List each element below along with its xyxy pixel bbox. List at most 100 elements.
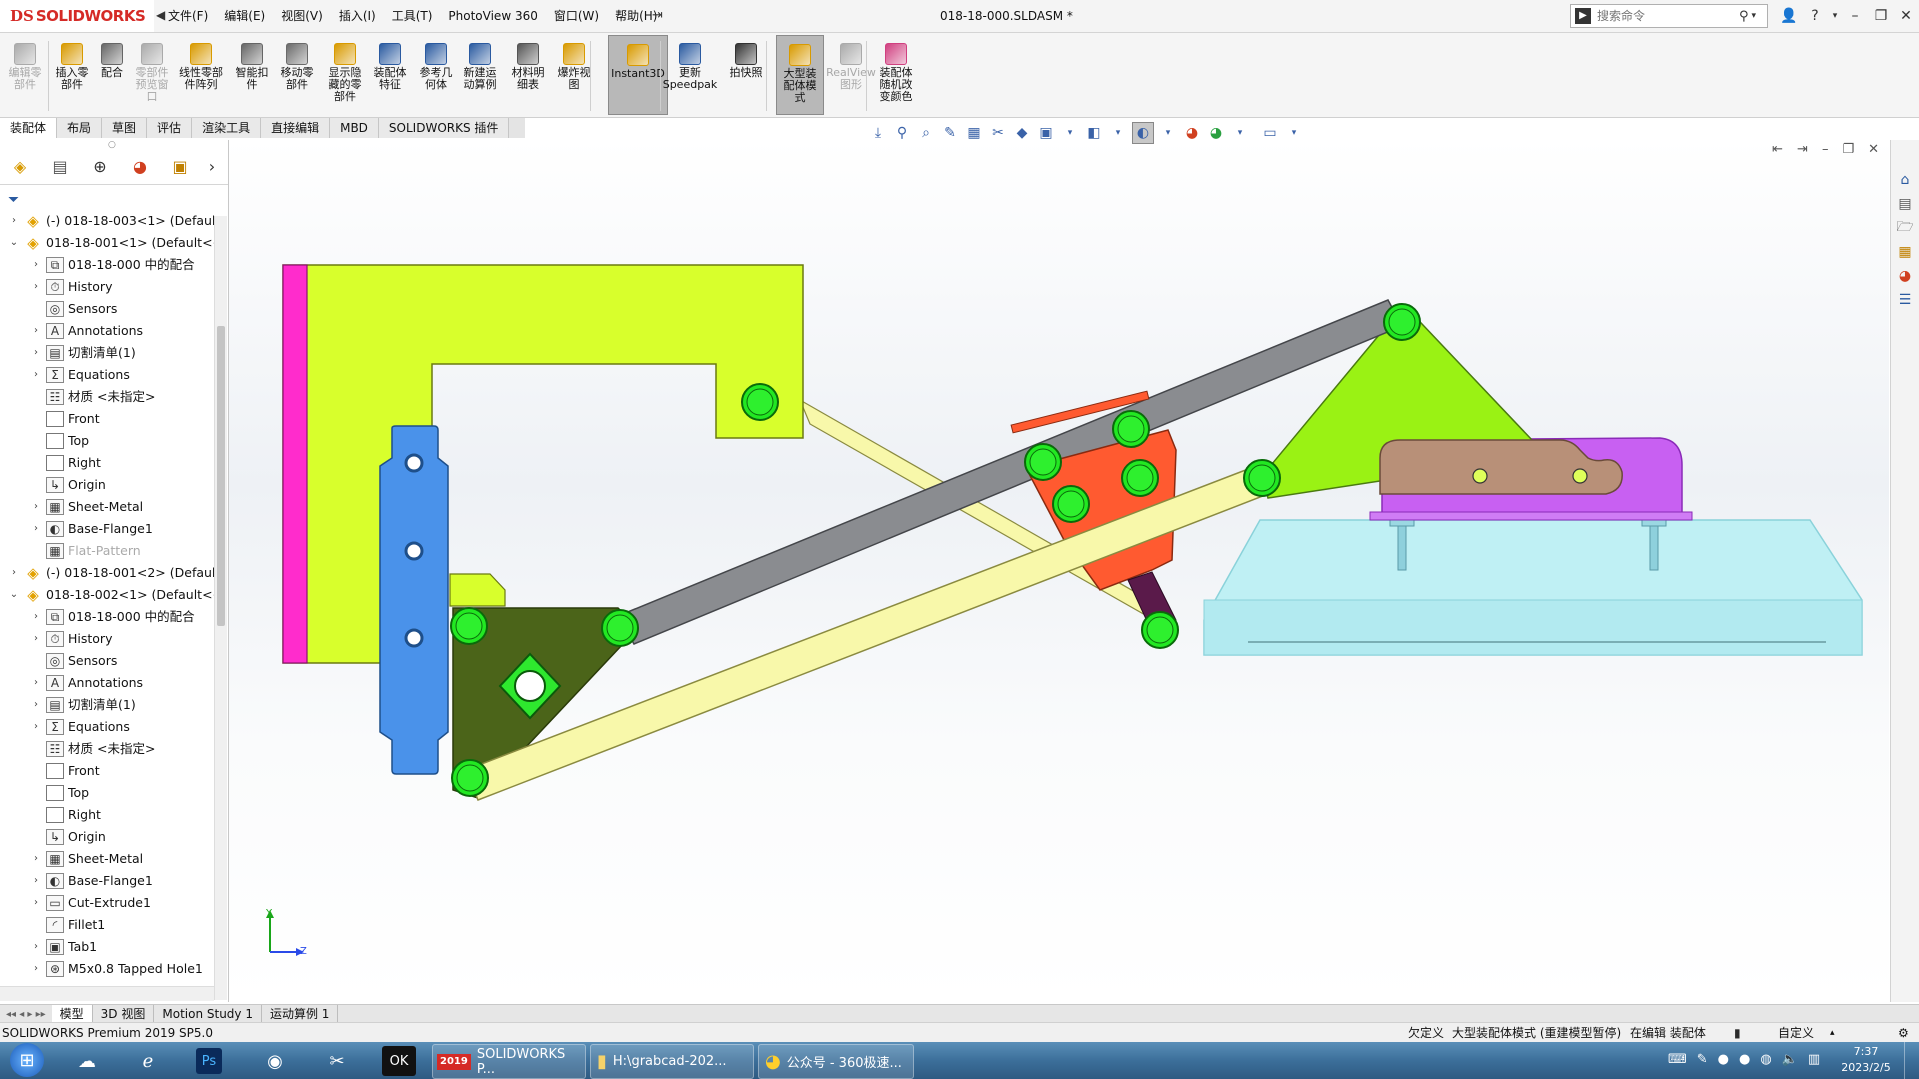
tree-item[interactable]: › A Annotations bbox=[30, 672, 143, 694]
tab-6[interactable]: MBD bbox=[330, 118, 379, 138]
command-new-motion-study-button[interactable]: 新建运 动算例 bbox=[458, 35, 502, 113]
command-bom-button[interactable]: 材料明 细表 bbox=[506, 35, 550, 113]
command-instant3d-button[interactable]: Instant3D bbox=[608, 35, 668, 115]
tab-scroll-right-icon[interactable]: › bbox=[200, 152, 224, 180]
expand-arrow-icon[interactable]: › bbox=[30, 870, 42, 892]
command-component-preview-button[interactable]: 零部件 预览窗 口 bbox=[132, 35, 172, 113]
expand-arrow-icon[interactable]: › bbox=[30, 254, 42, 276]
realview-toggle-icon[interactable]: ◕ bbox=[1182, 123, 1202, 143]
tree-item[interactable]: ◎ Sensors bbox=[30, 650, 117, 672]
tree-item[interactable]: › ▣ Tab1 bbox=[30, 936, 97, 958]
hud-dropdown-1-icon[interactable]: ▾ bbox=[1060, 123, 1080, 143]
feature-manager-icon[interactable]: ◈ bbox=[0, 152, 40, 180]
expand-arrow-icon[interactable]: › bbox=[30, 518, 42, 540]
expand-arrow-icon[interactable]: › bbox=[30, 364, 42, 386]
command-smart-fastener-button[interactable]: 智能扣 件 bbox=[232, 35, 272, 113]
tree-item[interactable]: ⌄ ◈ 018-18-001<1> (Default<<D bbox=[8, 232, 214, 254]
previous-view-icon[interactable]: ⤓ bbox=[868, 123, 888, 143]
command-assembly-feature-button[interactable]: 装配体 特征 bbox=[368, 35, 412, 113]
tree-item[interactable]: ↳ Origin bbox=[30, 826, 106, 848]
expand-arrow-icon[interactable]: › bbox=[30, 958, 42, 980]
tree-scrollbar[interactable] bbox=[214, 216, 227, 1000]
expand-arrow-icon[interactable]: › bbox=[30, 276, 42, 298]
expand-arrow-icon[interactable]: › bbox=[30, 848, 42, 870]
minimize-icon[interactable]: – bbox=[1842, 0, 1868, 32]
clock[interactable]: 7:37 2023/2/5 bbox=[1838, 1044, 1894, 1076]
menu-item[interactable]: 插入(I) bbox=[331, 0, 384, 32]
command-search-icon[interactable]: ▶ bbox=[1575, 8, 1591, 24]
command-insert-component-button[interactable]: 插入零 部件 bbox=[50, 35, 94, 113]
tree-item[interactable]: › ⏱ History bbox=[30, 276, 112, 298]
user-icon[interactable]: 👤 bbox=[1776, 0, 1802, 32]
command-random-color-button[interactable]: 装配体 随机改 变颜色 bbox=[872, 35, 920, 113]
ie-browser-icon[interactable]: ℯ bbox=[133, 1046, 163, 1076]
tree-item[interactable]: ◎ Sensors bbox=[30, 298, 117, 320]
solidworks-resources-icon[interactable]: ⌂ bbox=[1895, 170, 1915, 190]
expand-arrow-icon[interactable]: › bbox=[30, 694, 42, 716]
taskbar-app-solidworks[interactable]: 2019 SOLIDWORKS P... bbox=[432, 1044, 586, 1079]
tree-item[interactable]: ◜ Fillet1 bbox=[30, 914, 105, 936]
dynamic-annotation-icon[interactable]: ▦ bbox=[964, 123, 984, 143]
expand-arrow-icon[interactable]: › bbox=[30, 628, 42, 650]
hide-show-icon[interactable]: ▣ bbox=[1036, 123, 1056, 143]
start-button-icon[interactable]: ⊞ bbox=[10, 1043, 44, 1077]
tree-item[interactable]: ☷ 材质 <未指定> bbox=[30, 386, 155, 408]
status-units[interactable]: 自定义 bbox=[1778, 1023, 1814, 1043]
hud-dropdown-3-icon[interactable]: ▾ bbox=[1158, 123, 1178, 143]
file-explorer-icon[interactable]: 🗁 bbox=[1895, 218, 1915, 238]
tab-nav-icon[interactable]: ◂◂ ◂ ▸ ▸▸ bbox=[0, 1009, 52, 1020]
tab-2[interactable]: 草图 bbox=[102, 118, 148, 138]
tree-item[interactable]: Top bbox=[30, 782, 89, 804]
hud-dropdown-2-icon[interactable]: ▾ bbox=[1108, 123, 1128, 143]
display-style-icon[interactable]: ◆ bbox=[1012, 123, 1032, 143]
tab-4[interactable]: 渲染工具 bbox=[192, 118, 262, 138]
bottom-tab-0[interactable]: 模型 bbox=[51, 1005, 93, 1023]
menu-item[interactable]: 文件(F) bbox=[160, 0, 216, 32]
tree-item[interactable]: › ▤ 切割清单(1) bbox=[30, 342, 136, 364]
expand-arrow-icon[interactable]: › bbox=[30, 320, 42, 342]
tray-app1-icon[interactable]: ● bbox=[1718, 1052, 1729, 1067]
menu-item[interactable]: 视图(V) bbox=[273, 0, 331, 32]
apply-scene-icon[interactable]: ◐ bbox=[1132, 122, 1154, 144]
expand-arrow-icon[interactable]: › bbox=[30, 892, 42, 914]
command-reference-geometry-button[interactable]: 参考几 何体 bbox=[414, 35, 458, 113]
tree-item[interactable]: ⌄ ◈ 018-18-002<1> (Default<<D bbox=[8, 584, 214, 606]
tray-app3-icon[interactable]: ◍ bbox=[1760, 1052, 1771, 1067]
dropdown-icon[interactable]: ▾ bbox=[1752, 11, 1757, 21]
tab-7[interactable]: SOLIDWORKS 插件 bbox=[378, 118, 510, 138]
scrollbar-thumb[interactable] bbox=[217, 326, 225, 626]
tab-1[interactable]: 布局 bbox=[57, 118, 103, 138]
menu-item[interactable]: 工具(T) bbox=[384, 0, 441, 32]
assembly-model[interactable] bbox=[229, 140, 1889, 1002]
tree-item[interactable]: Right bbox=[30, 452, 101, 474]
design-library-icon[interactable]: ▤ bbox=[1895, 194, 1915, 214]
photo-viewer-icon[interactable]: ◉ bbox=[260, 1046, 290, 1076]
search-box[interactable]: ▶ ⚲ ▾ bbox=[1570, 4, 1768, 28]
tree-item[interactable]: › ⏱ History bbox=[30, 628, 112, 650]
status-mode[interactable]: 大型装配体模式 (重建模型暂停) bbox=[1452, 1023, 1621, 1043]
command-move-component-button[interactable]: 移动零 部件 bbox=[274, 35, 320, 113]
command-linear-pattern-button[interactable]: 线性零部 件阵列 bbox=[172, 35, 230, 113]
taskbar-app-browser[interactable]: ◕ 公众号 - 360极速... bbox=[758, 1044, 914, 1079]
menu-item[interactable]: 编辑(E) bbox=[216, 0, 273, 32]
rebuild-icon[interactable]: ▮ bbox=[1734, 1023, 1741, 1043]
view-orientation-icon[interactable]: ✂ bbox=[988, 123, 1008, 143]
tray-keyboard-icon[interactable]: ⌨ bbox=[1668, 1052, 1687, 1067]
tree-item[interactable]: › ◐ Base-Flange1 bbox=[30, 518, 153, 540]
tree-item[interactable]: › A Annotations bbox=[30, 320, 143, 342]
graphics-area[interactable]: ⇤ ⇥ – ❐ ✕ Y Z bbox=[229, 140, 1889, 1002]
expand-arrow-icon[interactable]: › bbox=[30, 606, 42, 628]
tab-0[interactable]: 装配体 bbox=[0, 118, 58, 138]
hud-dropdown-4-icon[interactable]: ▾ bbox=[1230, 123, 1250, 143]
tree-item[interactable]: › ◈ (-) 018-18-001<2> (Default- bbox=[8, 562, 214, 584]
command-snapshot-button[interactable]: 拍快照 bbox=[722, 35, 770, 113]
tree-item[interactable]: Front bbox=[30, 408, 100, 430]
search-input[interactable] bbox=[1595, 8, 1739, 24]
status-help-icon[interactable]: ⚙ bbox=[1898, 1023, 1909, 1043]
expand-arrow-icon[interactable]: › bbox=[30, 672, 42, 694]
tree-item[interactable]: Right bbox=[30, 804, 101, 826]
cam-manager-icon[interactable]: ▣ bbox=[160, 152, 200, 180]
zoom-to-area-icon[interactable]: ⌕ bbox=[916, 123, 936, 143]
snipping-tool-icon[interactable]: ✂ bbox=[322, 1046, 352, 1076]
property-manager-icon[interactable]: ▤ bbox=[40, 152, 80, 180]
